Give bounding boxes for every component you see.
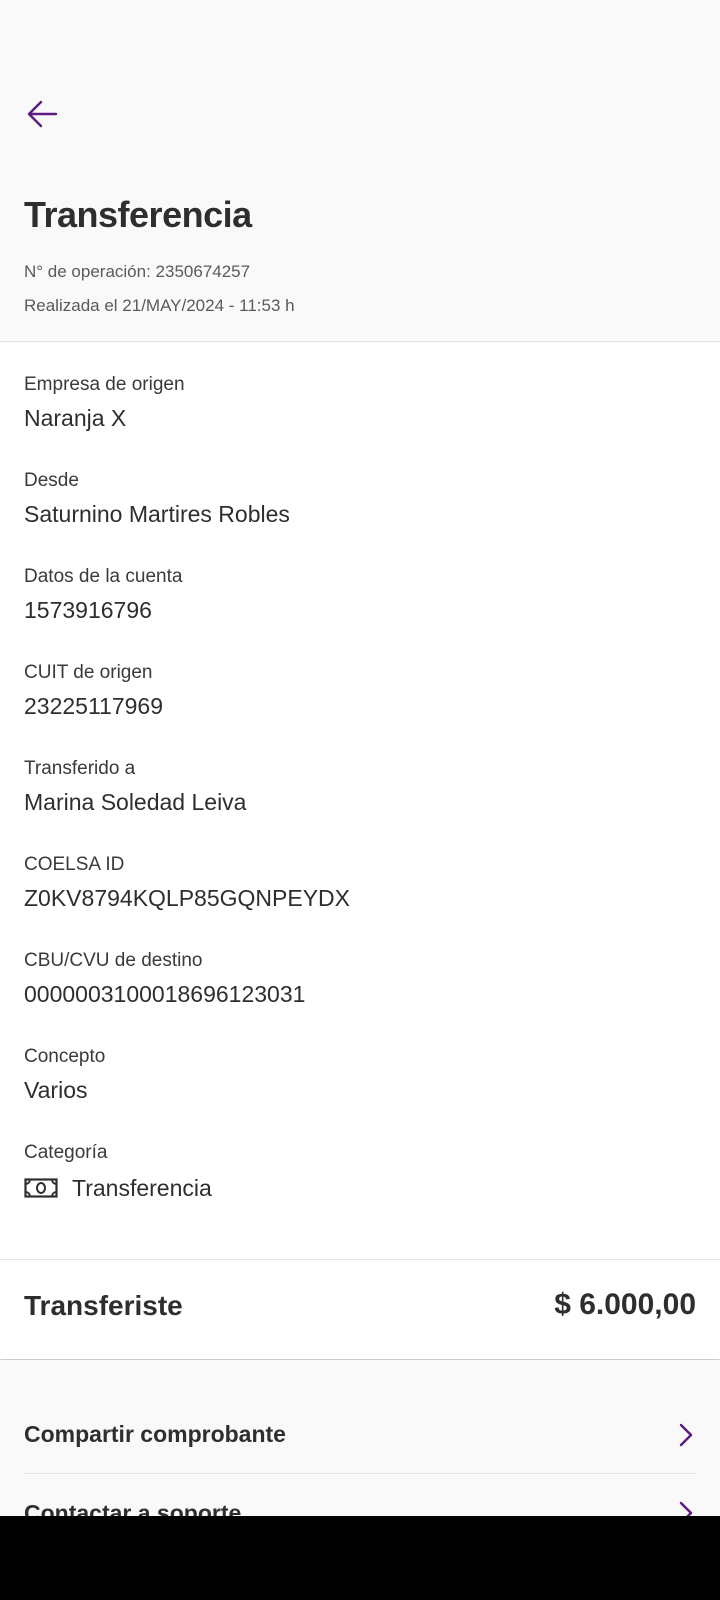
category-value: Transferencia [72, 1175, 212, 1201]
detail-label: Categoría [24, 1142, 108, 1163]
back-button[interactable] [22, 96, 62, 136]
detail-label: CBU/CVU de destino [24, 950, 203, 971]
contact-support-button[interactable]: Contactar a soporte [24, 1474, 696, 1516]
detail-account-data: Datos de la cuenta 1573916796 [24, 565, 182, 625]
action-label: Contactar a soporte [24, 1499, 242, 1517]
detail-value: 0000003100018696123031 [24, 981, 306, 1007]
chevron-right-icon [676, 1499, 696, 1516]
detail-value: 23225117969 [24, 693, 163, 719]
total-label: Transferiste [24, 1290, 183, 1321]
detail-value: Z0KV8794KQLP85GQNPEYDX [24, 885, 350, 911]
detail-origin-cuit: CUIT de origen 23225117969 [24, 661, 163, 721]
detail-value: Varios [24, 1077, 88, 1103]
detail-category: Categoría Transferencia [24, 1141, 212, 1203]
share-receipt-button[interactable]: Compartir comprobante [24, 1396, 696, 1474]
detail-value: 1573916796 [24, 597, 152, 623]
total-summary: Transferiste $ 6.000,00 [0, 1259, 720, 1359]
chevron-right-icon [676, 1421, 696, 1449]
header: Transferencia N° de operación: 235067425… [0, 0, 720, 342]
operation-date: Realizada el 21/MAY/2024 - 11:53 h [24, 296, 295, 315]
detail-concept: Concepto Varios [24, 1045, 105, 1105]
system-navigation-bar [0, 1516, 720, 1600]
transfer-details: Empresa de origen Naranja X Desde Saturn… [0, 343, 720, 1259]
detail-label: CUIT de origen [24, 662, 153, 683]
detail-label: Concepto [24, 1046, 106, 1067]
money-bill-icon [24, 1177, 58, 1199]
detail-label: Datos de la cuenta [24, 566, 183, 587]
detail-label: Desde [24, 470, 79, 491]
operation-number: N° de operación: 2350674257 [24, 262, 251, 281]
total-amount: $ 6.000,00 [554, 1288, 696, 1321]
detail-coelsa-id: COELSA ID Z0KV8794KQLP85GQNPEYDX [24, 853, 350, 913]
actions-list: Compartir comprobante Contactar a soport… [0, 1360, 720, 1516]
detail-value: Marina Soledad Leiva [24, 789, 247, 815]
detail-value: Naranja X [24, 405, 127, 431]
arrow-left-icon [25, 97, 59, 136]
detail-label: COELSA ID [24, 854, 125, 875]
detail-value: Saturnino Martires Robles [24, 501, 290, 527]
detail-label: Empresa de origen [24, 374, 185, 395]
detail-origin-company: Empresa de origen Naranja X [24, 373, 185, 433]
page-title: Transferencia [24, 194, 252, 235]
detail-label: Transferido a [24, 758, 136, 779]
detail-destination-cbu: CBU/CVU de destino 000000310001869612303… [24, 949, 305, 1009]
action-label: Compartir comprobante [24, 1421, 286, 1447]
detail-transferred-to: Transferido a Marina Soledad Leiva [24, 757, 246, 817]
detail-from: Desde Saturnino Martires Robles [24, 469, 290, 529]
